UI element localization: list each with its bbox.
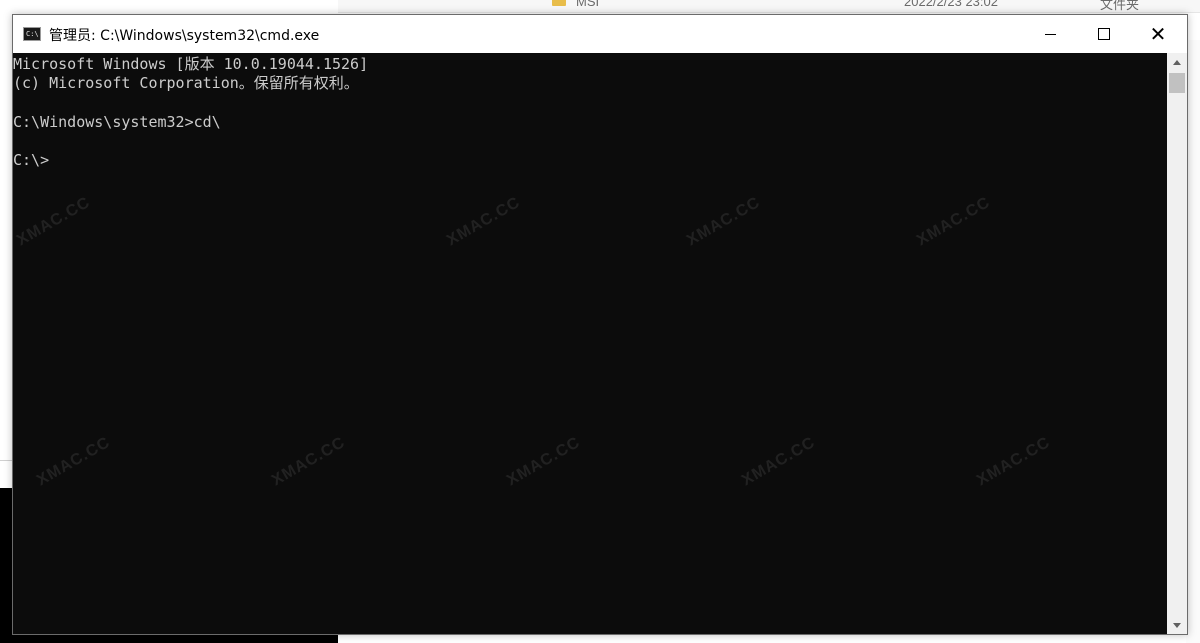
window-title: 管理员: C:\Windows\system32\cmd.exe bbox=[49, 28, 320, 44]
console-prompt: C:\> bbox=[13, 150, 50, 169]
console-output: Microsoft Windows [版本 10.0.19044.1526] (… bbox=[13, 55, 368, 170]
watermark: XMAC.CC bbox=[443, 193, 524, 250]
scroll-up-icon bbox=[1173, 59, 1181, 65]
background-divider bbox=[0, 460, 12, 461]
cmd-app-icon[interactable]: C:\ bbox=[23, 27, 41, 41]
title-bar[interactable]: C:\ 管理员: C:\Windows\system32\cmd.exe ✕ bbox=[13, 15, 1187, 53]
scroll-up-button[interactable] bbox=[1167, 53, 1187, 71]
watermark: XMAC.CC bbox=[973, 433, 1054, 490]
maximize-button[interactable] bbox=[1077, 15, 1131, 53]
minimize-button[interactable] bbox=[1023, 15, 1077, 53]
file-name: MSI bbox=[576, 0, 600, 9]
folder-icon bbox=[552, 0, 566, 6]
watermark: XMAC.CC bbox=[268, 433, 349, 490]
watermark: XMAC.CC bbox=[13, 193, 94, 250]
background-right-edge bbox=[1186, 40, 1200, 643]
watermark: XMAC.CC bbox=[913, 193, 994, 250]
watermark: XMAC.CC bbox=[683, 193, 764, 250]
cmd-window[interactable]: C:\ 管理员: C:\Windows\system32\cmd.exe ✕ M… bbox=[12, 14, 1188, 635]
maximize-icon bbox=[1098, 28, 1110, 40]
vertical-scrollbar[interactable] bbox=[1167, 53, 1187, 634]
watermark: XMAC.CC bbox=[503, 433, 584, 490]
scroll-down-button[interactable] bbox=[1167, 616, 1187, 634]
scroll-down-icon bbox=[1173, 622, 1181, 628]
file-date: 2022/2/23 23:02 bbox=[904, 0, 998, 9]
explorer-file-row[interactable]: MSI 2022/2/23 23:02 文件夹 bbox=[540, 0, 1180, 12]
minimize-icon bbox=[1044, 33, 1056, 35]
console-area[interactable]: Microsoft Windows [版本 10.0.19044.1526] (… bbox=[13, 53, 1167, 634]
file-type: 文件夹 bbox=[1100, 0, 1140, 12]
scroll-thumb[interactable] bbox=[1169, 73, 1185, 93]
close-button[interactable]: ✕ bbox=[1131, 15, 1185, 53]
watermark: XMAC.CC bbox=[33, 433, 114, 490]
console-line: (c) Microsoft Corporation。保留所有权利。 bbox=[13, 74, 359, 93]
watermark: XMAC.CC bbox=[738, 433, 819, 490]
console-line: Microsoft Windows [版本 10.0.19044.1526] bbox=[13, 55, 369, 73]
console-line: C:\Windows\system32>cd\ bbox=[13, 112, 221, 131]
close-icon: ✕ bbox=[1149, 22, 1167, 46]
